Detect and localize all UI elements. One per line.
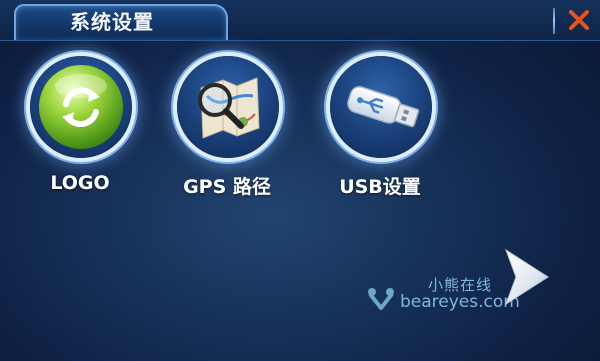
menu-item-label: USB设置 <box>339 176 421 198</box>
next-arrow-icon <box>505 248 549 306</box>
logo-icon-button[interactable] <box>30 56 132 158</box>
page-title: 系统设置 <box>70 10 154 34</box>
close-button[interactable] <box>562 4 596 36</box>
gps-icon-button[interactable] <box>177 56 279 158</box>
menu-item-label: GPS 路径 <box>183 176 271 198</box>
menu-item-gps-path[interactable]: GPS 路径 <box>157 56 297 206</box>
usb-icon-button[interactable] <box>330 56 432 158</box>
watermark: 小熊在线 beareyes.com <box>364 272 520 318</box>
menu-item-label: LOGO <box>50 172 110 194</box>
title-bar-divider <box>553 8 555 34</box>
usb-drive-icon <box>347 86 420 128</box>
menu-item-logo[interactable]: LOGO <box>10 56 150 206</box>
title-bar: 系统设置 <box>0 0 600 41</box>
refresh-icon <box>39 65 123 149</box>
settings-screen: 系统设置 LOGO GPS 路径 USB设置 小熊在线 beareyes.com <box>0 0 600 361</box>
menu-item-usb-settings[interactable]: USB设置 <box>310 56 450 206</box>
close-icon <box>569 10 589 30</box>
next-page-button[interactable] <box>498 244 554 310</box>
map-magnifier-icon <box>198 77 260 139</box>
bear-logo-icon <box>368 288 394 310</box>
